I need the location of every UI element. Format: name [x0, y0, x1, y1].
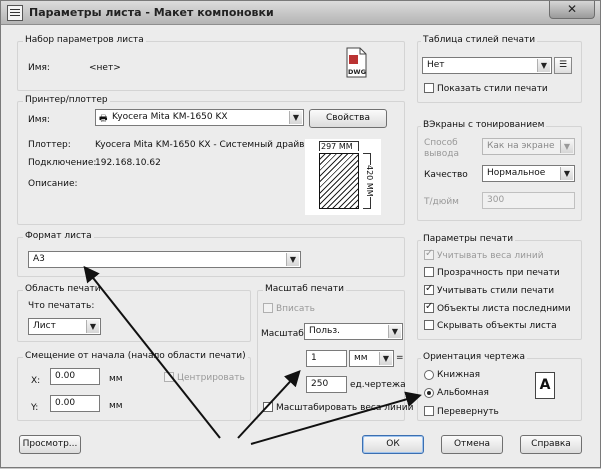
arrow-to-landscape: [250, 391, 422, 445]
arrow-to-scale-value: [237, 370, 301, 439]
page-setup-window: Параметры листа - Макет компоновки ✕ Наб…: [0, 0, 601, 468]
arrow-to-paper-size: [83, 265, 221, 439]
annotation-arrows: [83, 265, 422, 445]
